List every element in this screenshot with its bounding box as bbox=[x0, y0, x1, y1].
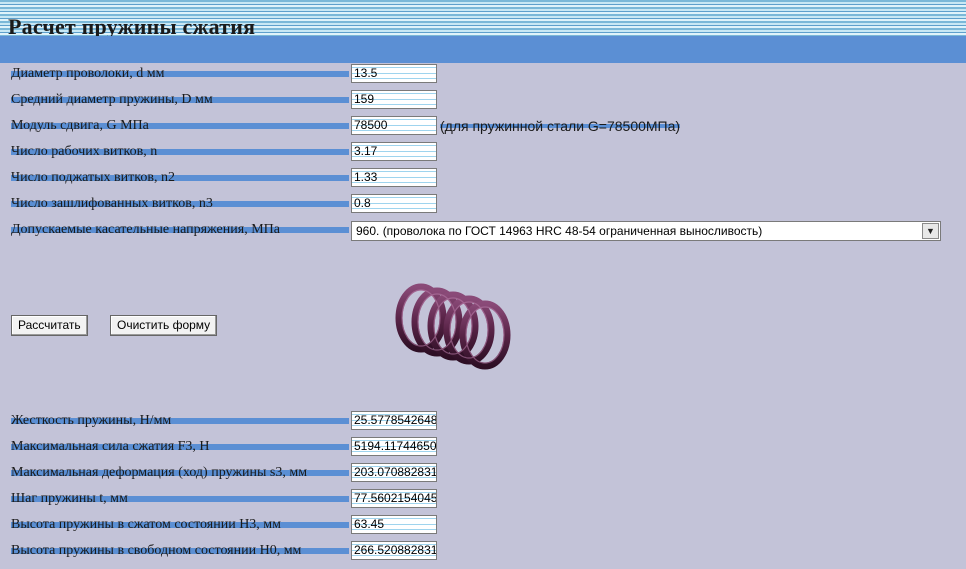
shear-modulus-input[interactable]: 78500 bbox=[351, 116, 437, 135]
stiffness-output[interactable]: 25.57785426480 bbox=[351, 411, 437, 430]
active-coils-input[interactable]: 3.17 bbox=[351, 142, 437, 161]
closed-coils-label: Число поджатых витков, n2 bbox=[11, 169, 349, 187]
closed-coils-input[interactable]: 1.33 bbox=[351, 168, 437, 187]
ground-coils-input[interactable]: 0.8 bbox=[351, 194, 437, 213]
clear-form-button[interactable]: Очистить форму bbox=[110, 315, 218, 336]
pitch-output[interactable]: 77.5602154045 bbox=[351, 489, 437, 508]
max-force-output[interactable]: 5194.117446500 bbox=[351, 437, 437, 456]
allowable-stress-label: Допускаемые касательные напряжения, МПа bbox=[11, 221, 349, 239]
chevron-down-icon[interactable]: ▼ bbox=[922, 223, 939, 239]
max-deformation-output[interactable]: 203.0708828319 bbox=[351, 463, 437, 482]
compression-spring-image bbox=[395, 283, 511, 370]
compressed-height-label: Высота пружины в сжатом состоянии H3, мм bbox=[11, 516, 349, 534]
free-height-label: Высота пружины в свободном состоянии H0,… bbox=[11, 542, 349, 560]
shear-modulus-label: Модуль сдвига, G МПа bbox=[11, 117, 349, 135]
free-height-output[interactable]: 266.5208828319 bbox=[351, 541, 437, 560]
active-coils-label: Число рабочих витков, n bbox=[11, 143, 349, 161]
wire-diameter-input[interactable]: 13.5 bbox=[351, 64, 437, 83]
stiffness-label: Жесткость пружины, Н/мм bbox=[11, 412, 349, 430]
max-deformation-label: Максимальная деформация (ход) пружины s3… bbox=[11, 464, 349, 482]
header-bar bbox=[0, 36, 966, 63]
modulus-note: (для пружинной стали G=78500МПа) bbox=[440, 118, 681, 134]
allowable-stress-value: 960. (проволока по ГОСТ 14963 HRC 48-54 … bbox=[356, 224, 763, 238]
ground-coils-label: Число зашлифованных витков, n3 bbox=[11, 195, 349, 213]
compressed-height-output[interactable]: 63.45 bbox=[351, 515, 437, 534]
mean-diameter-label: Средний диаметр пружины, D мм bbox=[11, 91, 349, 109]
wire-diameter-label: Диаметр проволоки, d мм bbox=[11, 65, 349, 83]
mean-diameter-input[interactable]: 159 bbox=[351, 90, 437, 109]
allowable-stress-select[interactable]: 960. (проволока по ГОСТ 14963 HRC 48-54 … bbox=[351, 221, 941, 241]
pitch-label: Шаг пружины t, мм bbox=[11, 490, 349, 508]
calculate-button[interactable]: Рассчитать bbox=[11, 315, 88, 336]
max-force-label: Максимальная сила сжатия F3, Н bbox=[11, 438, 349, 456]
